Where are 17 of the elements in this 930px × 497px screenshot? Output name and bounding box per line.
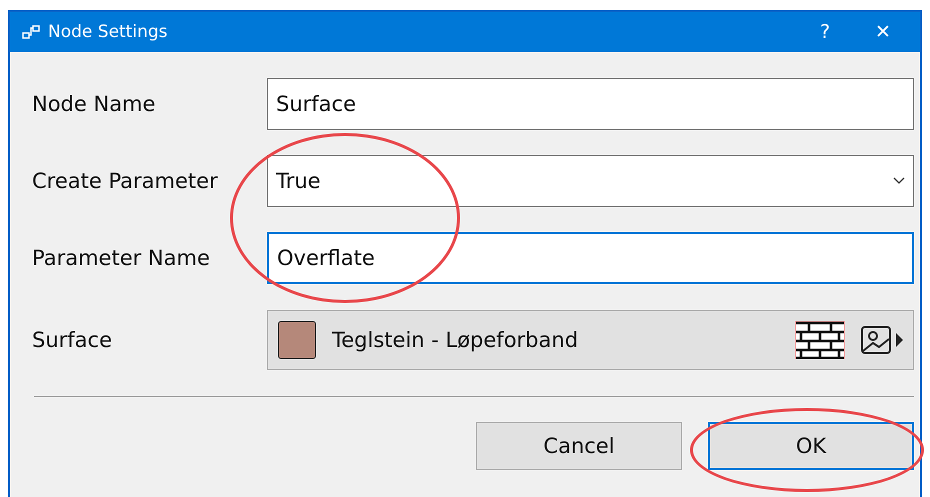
- node-icon: [22, 24, 40, 40]
- brick-pattern-icon: [795, 321, 845, 359]
- field-label: Node Name: [32, 92, 156, 116]
- text-field[interactable]: Surface: [267, 78, 914, 130]
- material-picker[interactable]: Teglstein - Løpeforband: [267, 310, 914, 370]
- field-label: Parameter Name: [32, 246, 211, 270]
- ok-button[interactable]: OK: [708, 422, 914, 470]
- dropdown[interactable]: True: [267, 155, 914, 207]
- image-icon[interactable]: [861, 325, 905, 355]
- help-button[interactable]: ?: [800, 12, 850, 52]
- field-label: Create Parameter: [32, 169, 219, 193]
- field-label: Surface: [32, 328, 114, 352]
- cancel-button[interactable]: Cancel: [476, 422, 682, 470]
- chevron-icon: [893, 177, 905, 185]
- close-button[interactable]: ✕: [858, 12, 908, 52]
- text-field[interactable]: Overflate: [267, 232, 914, 284]
- window-title: Node Settings: [48, 22, 168, 42]
